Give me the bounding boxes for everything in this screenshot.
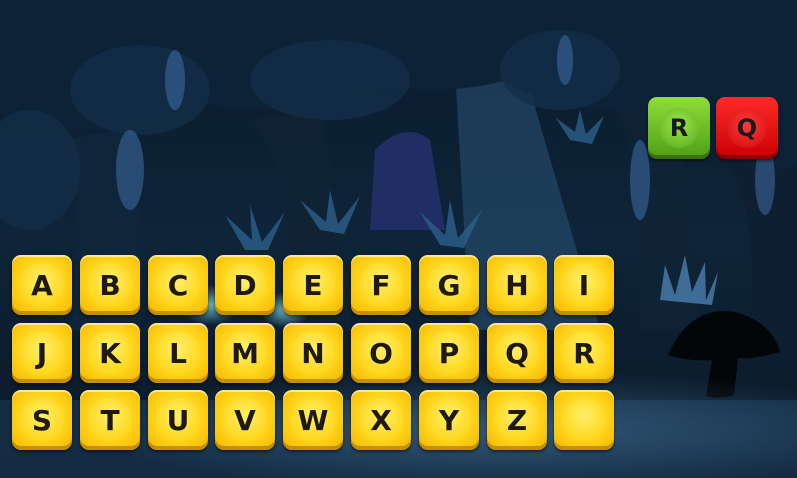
key-letter: X [370, 403, 392, 437]
key-w[interactable]: W [283, 390, 343, 450]
key-letter: J [36, 336, 48, 370]
key-letter: I [578, 268, 590, 302]
key-y[interactable]: Y [419, 390, 479, 450]
key-d[interactable]: D [215, 255, 275, 315]
key-letter: W [297, 403, 329, 437]
restart-button-label: R [659, 108, 699, 148]
key-b[interactable]: B [80, 255, 140, 315]
key-letter: R [573, 336, 595, 370]
key-c[interactable]: C [148, 255, 208, 315]
key-l[interactable]: L [148, 323, 208, 383]
key-e[interactable]: E [283, 255, 343, 315]
key-x[interactable]: X [351, 390, 411, 450]
key-letter: D [233, 268, 257, 302]
key-letter: V [234, 403, 256, 437]
key-j[interactable]: J [12, 323, 72, 383]
key-r[interactable]: R [554, 323, 614, 383]
key-letter: T [100, 403, 120, 437]
key-letter: N [301, 336, 325, 370]
key-face [562, 398, 606, 442]
key-n[interactable]: N [283, 323, 343, 383]
key-letter: U [166, 403, 190, 437]
key-letter: C [167, 268, 189, 302]
key-blank[interactable] [554, 390, 614, 450]
key-letter: P [438, 336, 460, 370]
key-s[interactable]: S [12, 390, 72, 450]
quit-button-label: Q [727, 108, 767, 148]
key-t[interactable]: T [80, 390, 140, 450]
key-g[interactable]: G [419, 255, 479, 315]
key-q[interactable]: Q [487, 323, 547, 383]
key-letter: O [369, 336, 393, 370]
key-letter: Z [506, 403, 528, 437]
key-letter: Y [438, 403, 460, 437]
key-o[interactable]: O [351, 323, 411, 383]
key-letter: M [231, 336, 259, 370]
key-letter: F [371, 268, 391, 302]
restart-button[interactable]: R [648, 97, 710, 159]
key-v[interactable]: V [215, 390, 275, 450]
key-i[interactable]: I [554, 255, 614, 315]
key-f[interactable]: F [351, 255, 411, 315]
key-p[interactable]: P [419, 323, 479, 383]
key-letter: K [99, 336, 121, 370]
key-letter: E [303, 268, 323, 302]
key-letter: Q [505, 336, 529, 370]
key-k[interactable]: K [80, 323, 140, 383]
quit-button[interactable]: Q [716, 97, 778, 159]
key-letter: A [31, 268, 53, 302]
key-m[interactable]: M [215, 323, 275, 383]
key-letter: L [169, 336, 187, 370]
key-h[interactable]: H [487, 255, 547, 315]
key-letter: G [437, 268, 461, 302]
key-z[interactable]: Z [487, 390, 547, 450]
key-letter: S [31, 403, 53, 437]
key-u[interactable]: U [148, 390, 208, 450]
key-a[interactable]: A [12, 255, 72, 315]
key-letter: H [505, 268, 529, 302]
key-letter: B [99, 268, 121, 302]
